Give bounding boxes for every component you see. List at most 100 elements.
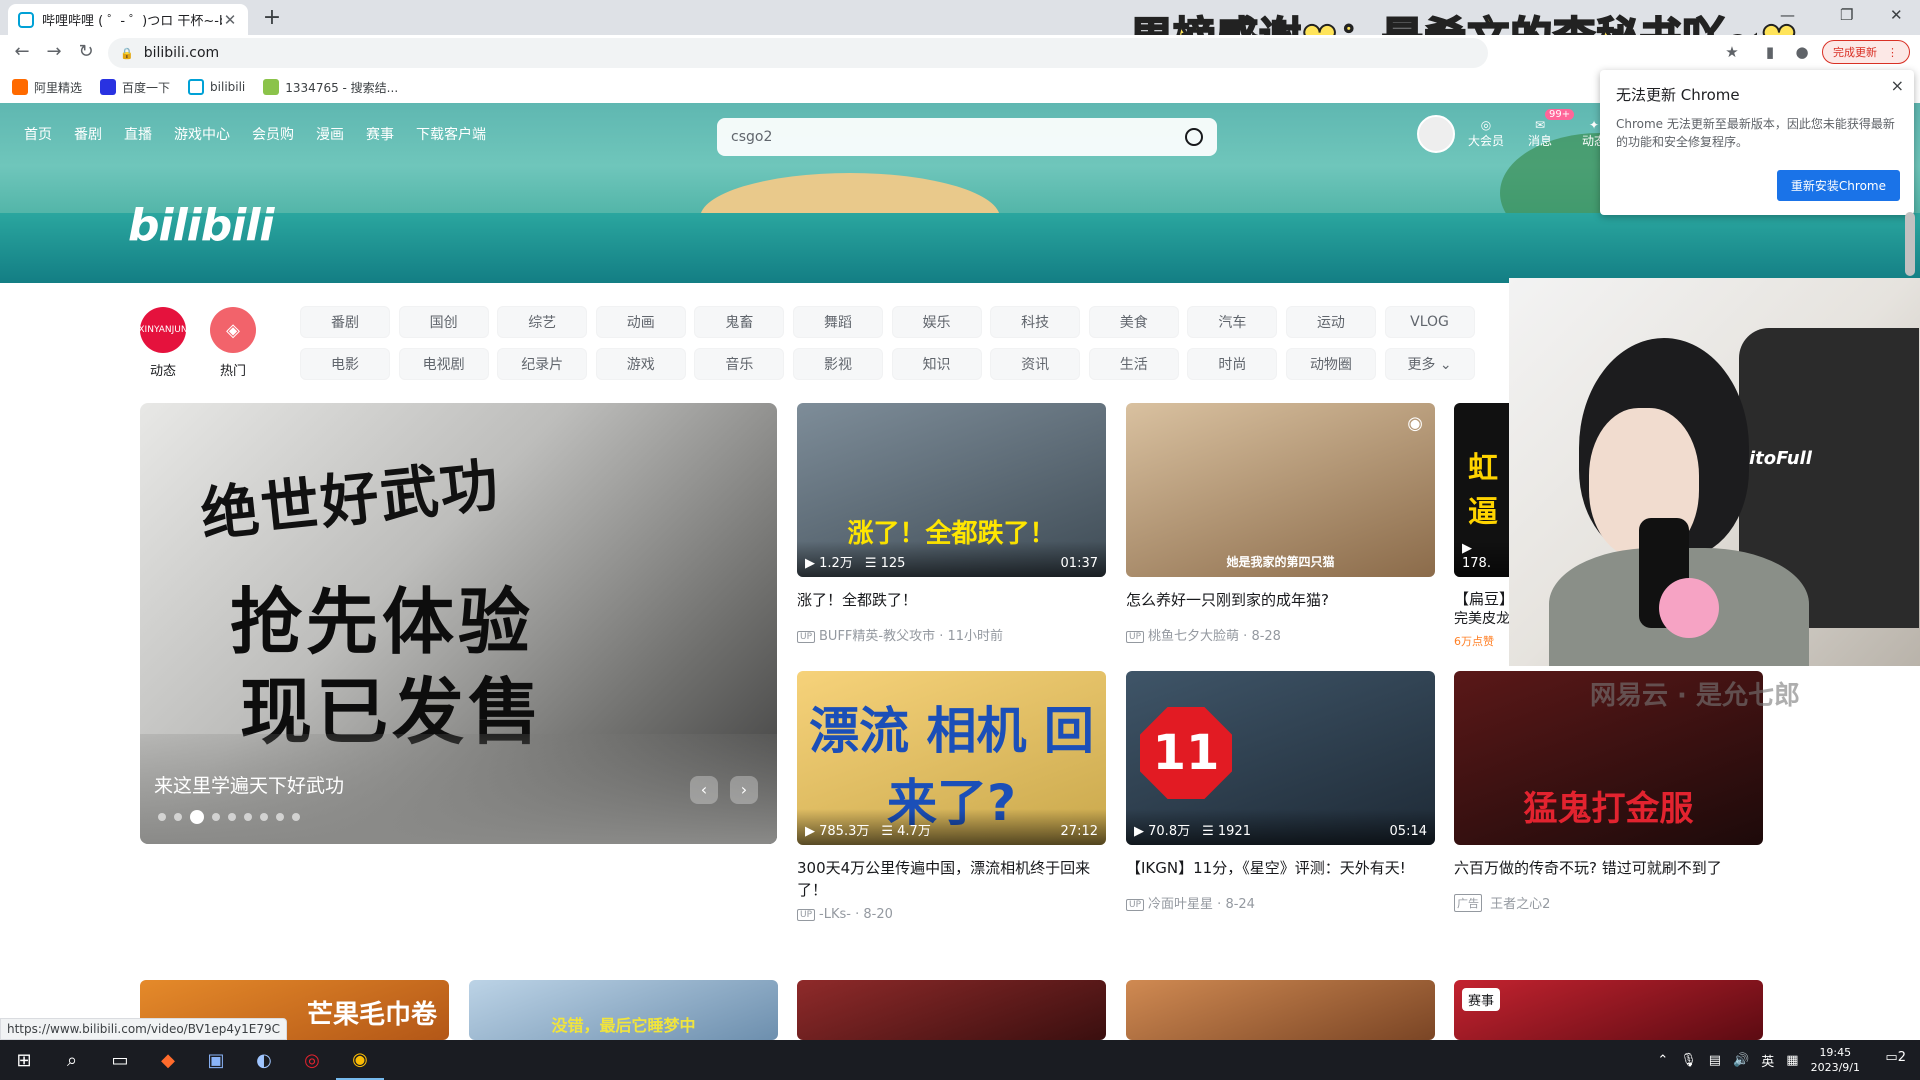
channel-more-button[interactable]: 更多 ⌄ (1384, 348, 1475, 380)
network-icon[interactable]: ▤ (1709, 1053, 1721, 1068)
back-icon[interactable]: ← (8, 41, 36, 62)
channel-button[interactable]: 影视 (792, 348, 883, 380)
carousel-dot[interactable] (212, 813, 220, 821)
app-icon[interactable]: ▣ (192, 1040, 240, 1080)
channel-button[interactable]: VLOG (1384, 306, 1475, 338)
video-author[interactable]: UP -LKs- · 8-20 (797, 907, 1106, 922)
task-view-icon[interactable]: ▭ (96, 1040, 144, 1080)
channel-button[interactable]: 动物圈 (1285, 348, 1376, 380)
featured-carousel[interactable]: 绝世好武功 抢先体验 现已发售 来这里学遍天下好武功 ‹ › (140, 403, 777, 844)
volume-icon[interactable]: 🔊 (1733, 1053, 1749, 1068)
carousel-dot[interactable] (174, 813, 182, 821)
video-thumbnail[interactable]: 没错，最后它睡梦中 (469, 980, 778, 1040)
address-bar[interactable]: 🔒 bilibili.com (108, 38, 1488, 68)
dynamic-feed-icon[interactable]: XINYANJUN (138, 307, 188, 353)
video-title[interactable]: 六百万做的传奇不玩? 错过可就刷不到了 (1454, 857, 1763, 879)
channel-button[interactable]: 时尚 (1187, 348, 1278, 380)
search-icon[interactable] (1185, 128, 1203, 146)
channel-button[interactable]: 娱乐 (891, 306, 982, 338)
channel-button[interactable]: 汽车 (1187, 306, 1278, 338)
channel-button[interactable]: 音乐 (694, 348, 785, 380)
video-thumbnail[interactable]: 11 ▶ 70.8万 ☰ 1921 05:14 (1126, 671, 1435, 845)
ad-author[interactable]: 广告 王者之心2 (1454, 893, 1763, 912)
netease-music-icon[interactable]: ◎ (288, 1040, 336, 1080)
carousel-dot-active[interactable] (190, 810, 204, 824)
nav-match[interactable]: 赛事 (366, 124, 394, 144)
channel-button[interactable]: 鬼畜 (694, 306, 785, 338)
side-panel-icon[interactable]: ▮ (1760, 43, 1780, 63)
video-thumbnail[interactable]: 赛事 (1454, 980, 1763, 1040)
carousel-dot[interactable] (244, 813, 252, 821)
app-icon[interactable]: ◆ (144, 1040, 192, 1080)
carousel-dot[interactable] (292, 813, 300, 821)
message-entry[interactable]: ✉ 消息 (1522, 118, 1558, 149)
restore-icon[interactable]: ❐ (1840, 6, 1853, 24)
reinstall-chrome-button[interactable]: 重新安装Chrome (1776, 170, 1900, 201)
ime-indicator[interactable]: 英 (1761, 1051, 1774, 1070)
nav-home[interactable]: 首页 (24, 124, 52, 144)
video-card[interactable]: 漂流 相机 回来了? ▶ 785.3万 ☰ 4.7万 27:12 300天4万公… (797, 671, 1106, 922)
browser-tab[interactable]: 哔哩哔哩 ( ゜- ゜)つロ 干杯~-bilibili ✕ (8, 4, 248, 35)
hot-feed-label[interactable]: 热门 (203, 360, 263, 379)
user-avatar[interactable] (1417, 115, 1455, 153)
page-scrollbar[interactable] (1905, 212, 1915, 276)
carousel-dot[interactable] (276, 813, 284, 821)
forward-icon[interactable]: → (40, 41, 68, 62)
channel-button[interactable]: 番剧 (300, 306, 390, 338)
video-title[interactable]: 【IKGN】11分，《星空》评测：天外有天! (1126, 857, 1435, 879)
bookmark-star-icon[interactable]: ★ (1722, 43, 1742, 63)
channel-button[interactable]: 电视剧 (398, 348, 489, 380)
minimize-icon[interactable]: — (1780, 6, 1795, 24)
video-card[interactable] (797, 980, 1106, 1040)
carousel-next-button[interactable]: › (730, 776, 758, 804)
bookmark-item[interactable]: bilibili (188, 79, 245, 95)
channel-button[interactable]: 舞蹈 (792, 306, 883, 338)
nav-live[interactable]: 直播 (124, 124, 152, 144)
nav-mall[interactable]: 会员购 (252, 124, 294, 144)
nav-manga[interactable]: 漫画 (316, 124, 344, 144)
nav-bangumi[interactable]: 番剧 (74, 124, 102, 144)
video-thumbnail[interactable] (1126, 980, 1435, 1040)
video-thumbnail[interactable]: 漂流 相机 回来了? ▶ 785.3万 ☰ 4.7万 27:12 (797, 671, 1106, 845)
carousel-dot[interactable] (228, 813, 236, 821)
channel-button[interactable]: 生活 (1088, 348, 1179, 380)
carousel-dot[interactable] (260, 813, 268, 821)
video-thumbnail[interactable] (797, 980, 1106, 1040)
close-tab-icon[interactable]: ✕ (222, 11, 238, 29)
close-window-icon[interactable]: ✕ (1890, 6, 1903, 24)
tray-expand-icon[interactable]: ⌃ (1657, 1053, 1668, 1068)
channel-button[interactable]: 纪录片 (497, 348, 588, 380)
carousel-dot[interactable] (158, 813, 166, 821)
carousel-prev-button[interactable]: ‹ (690, 776, 718, 804)
new-tab-button[interactable]: + (258, 4, 286, 32)
channel-button[interactable]: 运动 (1285, 306, 1376, 338)
profile-icon[interactable]: ● (1792, 43, 1812, 63)
chrome-icon[interactable]: ◉ (336, 1040, 384, 1080)
video-card[interactable]: 赛事 (1454, 980, 1763, 1040)
channel-button[interactable]: 综艺 (497, 306, 588, 338)
carousel-caption[interactable]: 来这里学遍天下好武功 (154, 771, 344, 798)
bookmark-item[interactable]: 百度一下 (100, 79, 170, 96)
nav-download-client[interactable]: 下载客户端 (416, 124, 486, 144)
video-title[interactable]: 怎么养好一只刚到家的成年猫? (1126, 589, 1435, 611)
nav-game-center[interactable]: 游戏中心 (174, 124, 230, 144)
video-title[interactable]: 300天4万公里传遍中国，漂流相机终于回来了！ (797, 857, 1106, 901)
video-thumbnail[interactable]: 虹 逼 ▶ 178. (1454, 403, 1509, 577)
search-bar[interactable]: csgo2 (717, 118, 1217, 156)
bookmark-item[interactable]: 阿里精选 (12, 79, 82, 96)
video-thumbnail[interactable]: 她是我家的第四只猫 ◉ (1126, 403, 1435, 577)
video-card[interactable]: 涨了！全都跌了！ ▶ 1.2万 ☰ 125 01:37 涨了！全都跌了！ UP B… (797, 403, 1106, 644)
update-button[interactable]: 完成更新 ⋮ (1822, 40, 1910, 64)
mic-icon[interactable]: 🎙 (1680, 1053, 1697, 1068)
bookmark-item[interactable]: 1334765 - 搜索结... (263, 79, 398, 96)
video-title[interactable]: 涨了！全都跌了！ (797, 589, 1106, 611)
vip-entry[interactable]: ◎ 大会员 (1468, 118, 1504, 149)
dynamic-feed-label[interactable]: 动态 (133, 360, 193, 379)
video-card-partial[interactable]: 虹 逼 ▶ 178. 【扁豆】 完美皮龙 6万点赞 (1454, 403, 1509, 649)
channel-button[interactable]: 动画 (595, 306, 686, 338)
popup-close-icon[interactable]: × (1891, 76, 1904, 95)
channel-button[interactable]: 国创 (398, 306, 489, 338)
video-title[interactable]: 【扁豆】 (1454, 589, 1509, 609)
windows-start-icon[interactable]: ⊞ (0, 1040, 48, 1080)
hot-feed-icon[interactable]: ◈ (210, 307, 256, 353)
